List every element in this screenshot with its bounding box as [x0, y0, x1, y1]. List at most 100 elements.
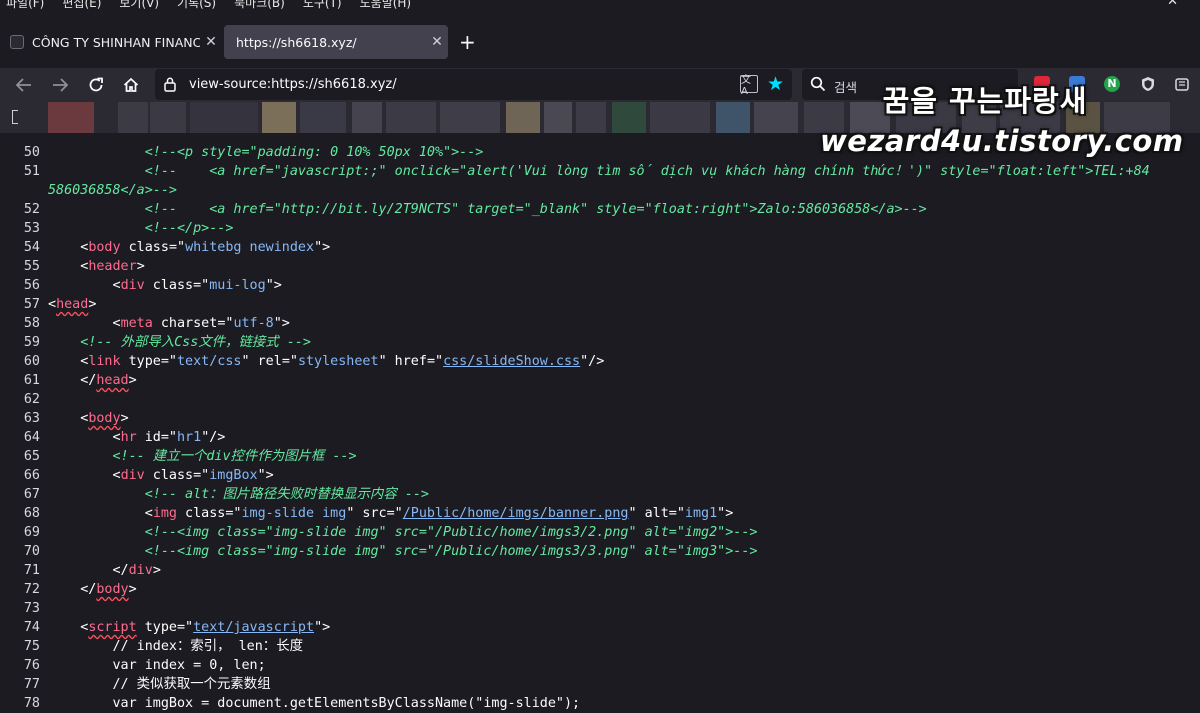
menu-item[interactable]: 북마크(B) — [234, 0, 285, 10]
code-token: var imgBox = document.getElementsByClass… — [112, 696, 581, 711]
line-number: 78 — [23, 696, 40, 711]
menu-item[interactable]: 기록(S) — [177, 0, 216, 10]
bookmark-item[interactable] — [1066, 102, 1100, 133]
line-code: <!-- 建立一个div控件作为图片框 --> — [48, 447, 357, 466]
bookmark-item[interactable] — [850, 102, 890, 133]
line-number: 72 — [23, 582, 40, 597]
menu-item[interactable]: 편집(E) — [62, 0, 101, 10]
code-token: link — [88, 354, 121, 369]
menu-item[interactable]: 도구(T) — [303, 0, 342, 10]
extension-puzzle-icon[interactable] — [1174, 76, 1190, 92]
bookmark-item[interactable] — [386, 102, 436, 133]
code-token: =" — [386, 506, 403, 521]
translate-icon[interactable]: 文A — [740, 75, 758, 97]
source-link[interactable]: text/javascript — [193, 620, 314, 635]
bookmark-item[interactable] — [896, 102, 956, 133]
bookmark-item[interactable] — [1000, 102, 1060, 133]
tab-shinhan[interactable]: CÔNG TY SHINHAN FINANCE ✕ — [0, 25, 222, 59]
code-token: =" — [281, 354, 298, 369]
search-bar[interactable]: 검색 — [802, 69, 1018, 100]
source-line: 50 <!--<p style="padding: 0 10% 50px 10%… — [0, 143, 1200, 162]
code-token: class — [144, 468, 194, 483]
url-text[interactable]: view-source:https://sh6618.xyz/ — [189, 77, 397, 92]
bookmark-folder-icon[interactable] — [12, 110, 18, 124]
line-code: <script type="text/javascript"> — [48, 618, 330, 637]
code-token: =" — [177, 620, 194, 635]
bookmark-item[interactable] — [150, 102, 186, 133]
bookmark-item[interactable] — [506, 102, 540, 133]
code-token: charset — [152, 316, 218, 331]
tab-view-source[interactable]: https://sh6618.xyz/ ✕ — [224, 25, 448, 59]
extension-red-icon[interactable] — [1034, 76, 1050, 92]
code-token: "> — [717, 506, 734, 521]
window-close-button[interactable]: ✕ — [1167, 0, 1178, 9]
bookmark-item[interactable] — [716, 102, 750, 133]
bookmark-item[interactable] — [804, 102, 844, 133]
line-code: var index = 0, len; — [48, 656, 266, 675]
menu-item[interactable]: 파일(F) — [6, 0, 44, 10]
lock-icon[interactable] — [163, 76, 177, 96]
extension-blue-icon[interactable] — [1069, 76, 1085, 92]
menu-item[interactable]: 보기(V) — [119, 0, 159, 10]
home-button[interactable] — [119, 74, 143, 96]
bookmark-item[interactable] — [48, 102, 94, 133]
bookmark-item[interactable] — [754, 102, 798, 133]
bookmark-item[interactable] — [612, 102, 646, 133]
bookmark-item[interactable] — [650, 102, 710, 133]
bookmark-item[interactable] — [962, 102, 996, 133]
bookmark-star-icon[interactable]: ★ — [767, 72, 784, 96]
source-line: 68 <img class="img-slide img" src="/Publ… — [0, 504, 1200, 523]
address-bar[interactable]: view-source:https://sh6618.xyz/ 文A ★ — [155, 69, 792, 100]
bookmark-item[interactable] — [352, 102, 382, 133]
bookmark-item[interactable] — [262, 102, 296, 133]
bookmark-item[interactable] — [544, 102, 572, 133]
line-number: 50 — [23, 145, 40, 160]
code-token: hr — [120, 430, 137, 445]
line-number: 69 — [23, 525, 40, 540]
tab-close-icon[interactable]: ✕ — [426, 34, 448, 50]
code-token: "/> — [580, 354, 605, 369]
source-line: 61 </head> — [0, 371, 1200, 390]
code-token: <!-- 外部导入Css文件，链接式 --> — [80, 335, 311, 350]
code-token: body — [88, 411, 121, 426]
forward-button[interactable] — [48, 74, 72, 96]
new-tab-button[interactable]: + — [459, 32, 476, 52]
code-token: <!--<img class="img-slide img" src="/Pub… — [144, 544, 758, 559]
code-token: <!-- 建立一个div控件作为图片框 --> — [112, 449, 357, 464]
bookmark-item[interactable] — [300, 102, 346, 133]
back-button[interactable] — [12, 74, 36, 96]
source-link[interactable]: css/slideShow.css — [443, 354, 580, 369]
line-code: <!--<img class="img-slide img" src="/Pub… — [48, 542, 758, 561]
line-number: 67 — [23, 487, 40, 502]
tab-strip: CÔNG TY SHINHAN FINANCE ✕ https://sh6618… — [0, 10, 1200, 68]
source-line: 64 <hr id="hr1"/> — [0, 428, 1200, 447]
home-icon — [123, 77, 139, 92]
reload-button[interactable] — [84, 74, 108, 96]
menu-item[interactable]: 도움말(H) — [360, 0, 412, 10]
source-link[interactable]: /Public/home/imgs/banner.png — [403, 506, 629, 521]
code-token: div — [128, 563, 153, 578]
code-token: =" — [426, 354, 444, 369]
bookmark-item[interactable] — [190, 102, 258, 133]
bookmark-item[interactable] — [118, 102, 148, 133]
line-number: 65 — [23, 449, 40, 464]
source-line: 72 </body> — [0, 580, 1200, 599]
line-code: var imgBox = document.getElementsByClass… — [48, 694, 581, 713]
code-token: // 类似获取一个元素数组 — [112, 677, 271, 692]
code-token: hr1 — [177, 430, 202, 445]
source-line: 53 <!--</p>--> — [0, 219, 1200, 238]
code-token: " — [378, 354, 387, 369]
tab-close-icon[interactable]: ✕ — [200, 34, 222, 50]
shield-extension-icon[interactable] — [1140, 76, 1156, 92]
bookmark-item[interactable] — [440, 102, 500, 133]
code-token: < — [112, 278, 121, 293]
line-number: 70 — [23, 544, 40, 559]
code-token: "> — [273, 316, 290, 331]
source-line: 66 <div class="imgBox"> — [0, 466, 1200, 485]
bookmark-item[interactable] — [1104, 102, 1170, 133]
extension-green-n-icon[interactable]: N — [1104, 76, 1120, 92]
code-token: alt — [636, 506, 669, 521]
line-number: 73 — [23, 601, 40, 616]
line-number: 56 — [23, 278, 40, 293]
bookmark-item[interactable] — [576, 102, 606, 133]
